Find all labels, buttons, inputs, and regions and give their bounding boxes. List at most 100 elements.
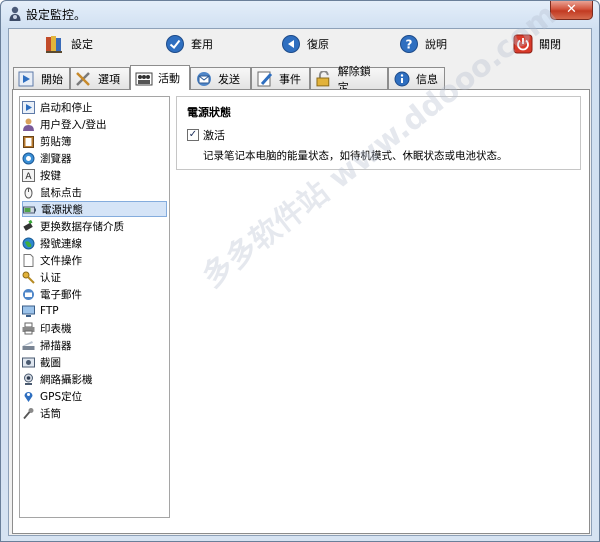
tree-item-label: 印表機 (40, 322, 72, 335)
email-icon (23, 288, 34, 300)
section-description: 记录笔记本电脑的能量状态，如待机模式、休眠状态或电池状态。 (203, 150, 508, 162)
unlock-padlock-icon (316, 70, 330, 86)
power-status-group: 電源狀態 ✓ 激活 记录笔记本电脑的能量状态，如待机模式、休眠状态或电池状态。 (176, 96, 581, 170)
tree-item-label: 掃描器 (40, 339, 72, 352)
tree-item-label: FTP (40, 305, 59, 317)
event-pencil-icon (257, 71, 273, 86)
tab-start-label: 開始 (41, 72, 63, 86)
tab-bar: 開始 選項 活動 发送 事件 解除鎖定 信息 (13, 65, 589, 94)
tree-item-label: 網路攝影機 (40, 373, 93, 386)
scanner-icon (22, 340, 35, 350)
activate-checkbox-label[interactable]: 激活 (203, 127, 225, 143)
tree-item-keystrokes[interactable]: A 按键 (22, 167, 65, 183)
tree-item-printer[interactable]: 印表機 (22, 320, 76, 336)
restore-button-label: 復原 (307, 38, 329, 51)
tree-item-label: 電源狀態 (41, 203, 83, 216)
tree-item-label: 认证 (40, 271, 61, 284)
settings-button-label: 設定 (71, 38, 93, 51)
tree-item-start-stop[interactable]: 启动和停止 (22, 99, 97, 115)
send-envelope-icon (197, 71, 211, 86)
screenshot-icon (22, 357, 35, 367)
tree-item-webcam[interactable]: 網路攝影機 (22, 371, 97, 387)
tree-item-label: 瀏覽器 (40, 152, 72, 165)
toolbar: 設定 套用 復原 ? 說明 關閉 (9, 29, 591, 59)
options-tools-icon (76, 71, 90, 86)
svg-text:?: ? (406, 38, 413, 52)
settings-button[interactable]: 設定 (45, 33, 93, 55)
tab-send[interactable]: 发送 (190, 67, 251, 89)
battery-icon (23, 206, 36, 213)
tree-item-user-login[interactable]: 用户登入/登出 (22, 116, 111, 132)
section-title: 電源狀態 (187, 106, 231, 119)
restore-arrow-icon (282, 35, 300, 53)
start-play-icon (18, 71, 34, 86)
tab-event-label: 事件 (279, 72, 301, 86)
restore-button[interactable]: 復原 (281, 33, 329, 55)
tab-activity-label: 活動 (158, 72, 180, 85)
tree-item-scanner[interactable]: 掃描器 (22, 337, 76, 353)
settings-books-icon (46, 36, 62, 53)
webcam-icon (24, 373, 33, 385)
app-icon (9, 6, 21, 21)
tree-item-ftp[interactable]: FTP (22, 303, 63, 319)
help-button[interactable]: ? 說明 (399, 33, 447, 55)
key-a-icon: A (22, 168, 35, 182)
tree-item-storage-change[interactable]: 更换数据存储介质 (22, 218, 128, 234)
tab-panel-activity: 启动和停止 用户登入/登出 剪貼簿 瀏覽器 A 按键 鼠标点击 電源狀態 更换数… (12, 89, 590, 534)
close-button[interactable]: 關閉 (513, 33, 561, 55)
apply-button[interactable]: 套用 (165, 33, 213, 55)
activity-tree: 启动和停止 用户登入/登出 剪貼簿 瀏覽器 A 按键 鼠标点击 電源狀態 更换数… (19, 96, 170, 518)
activate-checkbox-row[interactable]: ✓ 激活 (187, 127, 225, 143)
tree-item-label: 文件操作 (40, 254, 82, 267)
tree-item-label: 電子郵件 (40, 288, 82, 301)
tree-item-label: 剪貼簿 (40, 135, 72, 148)
tree-item-authentication[interactable]: 认证 (22, 269, 65, 285)
activity-people-icon (135, 72, 153, 86)
help-question-icon: ? (400, 35, 418, 53)
key-icon (22, 271, 35, 284)
tab-options-label: 選項 (98, 72, 120, 86)
tab-info-label: 信息 (416, 72, 438, 86)
tab-send-label: 发送 (218, 72, 240, 86)
apply-button-label: 套用 (191, 38, 213, 51)
user-icon (23, 118, 34, 131)
close-button-label: 關閉 (539, 38, 561, 51)
tree-item-label: 话筒 (40, 407, 61, 420)
globe-icon (22, 237, 35, 249)
tab-options[interactable]: 選項 (70, 67, 130, 89)
play-icon (22, 100, 35, 114)
tree-item-label: 按键 (40, 169, 61, 182)
tab-start[interactable]: 開始 (13, 67, 70, 89)
tree-item-browser[interactable]: 瀏覽器 (22, 150, 76, 166)
gps-pin-icon (24, 391, 33, 402)
tree-item-dialup[interactable]: 撥號連線 (22, 235, 86, 251)
browser-icon (22, 152, 35, 164)
clipboard-icon (23, 135, 34, 148)
tab-event[interactable]: 事件 (251, 67, 310, 89)
tree-item-microphone[interactable]: 话筒 (22, 405, 65, 421)
tree-item-clipboard[interactable]: 剪貼簿 (22, 133, 76, 149)
tree-item-screenshot[interactable]: 截圖 (22, 354, 65, 370)
tab-unlock[interactable]: 解除鎖定 (310, 65, 388, 94)
tree-item-file-operations[interactable]: 文件操作 (22, 252, 86, 268)
info-icon (394, 71, 410, 86)
tree-item-label: 鼠标点击 (40, 186, 82, 199)
tree-item-gps[interactable]: GPS定位 (22, 388, 86, 404)
window-close-button[interactable]: ✕ (550, 1, 593, 20)
tab-activity[interactable]: 活動 (130, 65, 190, 90)
tree-item-label: 撥號連線 (40, 237, 82, 250)
activate-checkbox[interactable]: ✓ (187, 129, 199, 141)
tree-item-label: 截圖 (40, 356, 61, 369)
mouse-icon (24, 187, 33, 198)
tree-item-power-status[interactable]: 電源狀態 (22, 201, 167, 217)
main-window: 設定監控。 ✕ 設定 套用 復原 ? 說明 關閉 開始 選項 活動 发送 事件 … (0, 0, 600, 542)
file-icon (23, 253, 34, 267)
tree-item-mouse-click[interactable]: 鼠标点击 (22, 184, 86, 200)
tree-item-email[interactable]: 電子郵件 (22, 286, 86, 302)
window-title: 設定監控。 (26, 8, 87, 22)
client-area: 設定 套用 復原 ? 說明 關閉 開始 選項 活動 发送 事件 解除鎖定 信息 … (8, 28, 592, 536)
tree-item-label: 启动和停止 (40, 101, 93, 114)
microphone-icon (23, 407, 34, 419)
power-close-icon (513, 34, 533, 54)
tab-info[interactable]: 信息 (388, 67, 445, 89)
